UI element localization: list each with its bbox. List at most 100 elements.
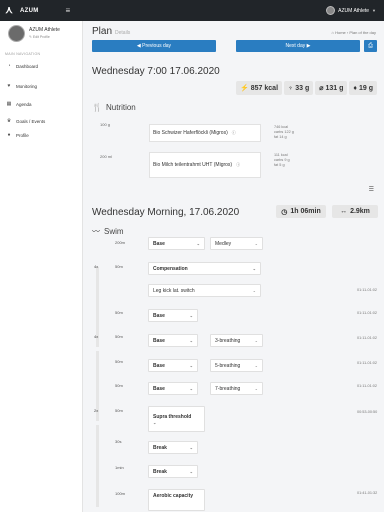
intensity-select[interactable]: Base ⌄ [148,334,198,347]
intensity-select[interactable]: Base ⌄ [148,359,198,372]
azum-logo-icon[interactable]: ⋏ [0,5,18,16]
swimmer-icon: 〰 [92,227,100,236]
breadcrumb-home-icon: ⌂ [331,30,334,35]
step-pace: 01:11-01:02 [357,336,377,340]
intensity-select[interactable]: Supra threshold ⌄ [148,406,205,432]
select-value: Break [153,468,167,475]
step-distance: 1min [115,465,124,470]
chevron-down-icon: ⌄ [252,288,256,293]
edit-profile-label: Edit Profile [32,35,50,39]
select-value: 5-breathing [215,362,241,369]
food-qty: 100 g [100,122,111,127]
intensity-select[interactable]: Compensation ⌄ [148,262,261,275]
page-subtitle: Details [115,30,131,36]
info-icon[interactable]: ⓘ [232,130,236,136]
nutrition-heading: Wednesday 7:00 17.06.2020 [92,66,220,77]
food-name: Bio Milch teilentrahmt UHT (Migros) [153,162,233,168]
select-value: 3-breathing [215,337,241,344]
print-button[interactable]: ⎙ [364,40,377,52]
info-icon[interactable]: ⓘ [236,162,240,168]
menu-toggle-icon[interactable]: ≡ [66,6,71,15]
intensity-select[interactable]: Base ⌄ [148,237,205,250]
sidebar-item-profile[interactable]: ● Profile [0,129,82,141]
intensity-select[interactable]: Base ⌄ [148,309,198,322]
step-distance: 50m [115,334,123,339]
fat-badge: ♦ 19 g [349,81,377,95]
wheat-icon: ♆ [288,84,294,92]
chevron-down-icon: ⌄ [189,386,193,391]
step-distance: 50m [115,310,123,315]
intensity-select[interactable]: Break ⌄ [148,441,198,454]
page-title: Plan [92,26,113,37]
distance-badge: ↔ 2.9km [332,205,378,218]
lightning-icon: ⚡ [240,85,249,92]
repeat-group-line [96,425,99,507]
step-distance: 30s [115,439,122,444]
print-icon: ⎙ [368,42,373,49]
select-value: 7-breathing [215,385,241,392]
breathing-select[interactable]: 3-breathing ⌄ [210,334,263,347]
sidebar-item-label: Monitoring [16,83,38,89]
sidebar-item-goals-events[interactable]: ♛ Goals / Events [0,115,82,127]
nav-heading: MAIN NAVIGATION [5,52,41,56]
arrow-right-icon: ▶ [305,43,311,49]
food-item[interactable]: Bio Milch teilentrahmt UHT (Migros) ⓘ [149,152,261,178]
food-item[interactable]: Bio Schwizer Haferflöckli (Migros) ⓘ [149,124,261,142]
breadcrumb: ⌂ Home › Plan of the day [331,30,376,35]
select-value: Compensation [153,265,188,272]
breathing-select[interactable]: 7-breathing ⌄ [210,382,263,395]
select-value: Base [153,337,165,344]
previous-day-button[interactable]: ◀ Previous day [92,40,216,52]
step-distance: 200m [115,240,126,245]
list-view-icon[interactable]: ☰ [369,186,374,193]
sidebar-item-monitoring[interactable]: ♥ Monitoring [0,80,82,92]
sidebar: AZUM Athlete ✎ Edit Profile MAIN NAVIGAT… [0,21,83,512]
drill-select[interactable]: Leg kick lat. switch ⌄ [148,284,261,297]
select-value: Leg kick lat. switch [153,287,195,294]
select-value: Base [153,362,165,369]
next-day-button[interactable]: Next day ▶ [236,40,360,52]
chevron-down-icon: ⌄ [189,363,193,368]
chevron-down-icon: ⌄ [252,266,256,271]
swim-section: 〰 Swim [92,226,124,237]
step-pace: 01:11-01:02 [357,288,377,292]
step-pace: 01:11-01:02 [357,311,377,315]
intensity-select[interactable]: Base ⌄ [148,382,198,395]
chevron-down-icon: ⌄ [189,445,193,450]
breathing-select[interactable]: 5-breathing ⌄ [210,359,263,372]
distance-value: 2.9km [350,208,370,215]
step-pace: 01:11-01:02 [357,384,377,388]
main-content: Plan Details ⌂ Home › Plan of the day ◀ … [84,21,384,512]
edit-profile-link[interactable]: ✎ Edit Profile [29,35,60,39]
carbs-value: 33 g [295,84,310,92]
sidebar-item-agenda[interactable]: ▦ Agenda [0,98,82,110]
user-icon: ● [7,132,11,138]
sidebar-item-dashboard[interactable]: ◔ Dashboard [0,60,82,72]
chevron-down-icon: ⌄ [153,419,157,425]
repeat-count: 2x [94,408,99,413]
chevron-down-icon: ⌄ [254,363,258,368]
select-value: Medley [215,240,232,247]
chevron-down-icon: ▼ [372,8,376,13]
intensity-select[interactable]: Break ⌄ [148,465,198,478]
step-distance: 100m [115,491,126,496]
step-distance: 50m [115,383,123,388]
heart-rate-icon: ♥ [7,83,11,89]
select-value: Base [153,385,165,392]
select-value: Aerobic capacity [153,493,194,499]
intensity-select[interactable]: Aerobic capacity [148,489,205,511]
drumstick-icon: ⌀ [319,85,324,92]
breadcrumb-home[interactable]: Home [335,30,346,35]
nutrition-label: Nutrition [105,103,136,112]
chevron-down-icon: ⌄ [189,338,193,343]
repeat-count: 4x [94,334,99,339]
trophy-icon: ♛ [6,118,12,124]
chevron-down-icon: ⌄ [189,469,193,474]
stroke-select[interactable]: Medley ⌄ [210,237,263,250]
chevron-down-icon: ⌄ [254,338,258,343]
user-menu[interactable]: AZUM Athlete ▼ [326,6,376,15]
step-pace: 01:11-01:02 [357,361,377,365]
chevron-down-icon: ⌄ [196,241,200,246]
profile-name: AZUM Athlete [29,27,60,33]
dashboard-icon: ◔ [7,63,11,69]
